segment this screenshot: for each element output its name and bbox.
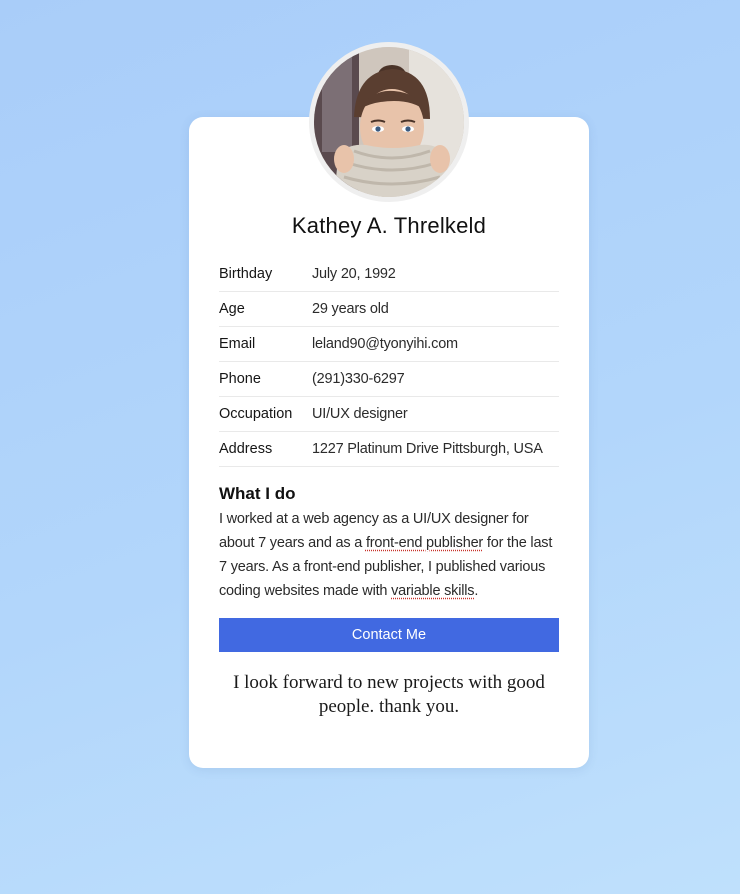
detail-value: (291)330-6297 bbox=[312, 371, 405, 387]
detail-value: 29 years old bbox=[312, 301, 389, 317]
detail-row-age: Age 29 years old bbox=[219, 292, 559, 327]
detail-row-phone: Phone (291)330-6297 bbox=[219, 362, 559, 397]
detail-label: Birthday bbox=[219, 266, 273, 282]
detail-value: July 20, 1992 bbox=[312, 266, 396, 282]
avatar bbox=[309, 42, 469, 202]
detail-row-occupation: Occupation UI/UX designer bbox=[219, 397, 559, 432]
detail-value: leland90@tyonyihi.com bbox=[312, 336, 458, 352]
detail-label: Phone bbox=[219, 371, 261, 387]
detail-label: Occupation bbox=[219, 406, 293, 422]
contact-me-button[interactable]: Contact Me bbox=[219, 618, 559, 652]
detail-value: UI/UX designer bbox=[312, 406, 408, 422]
detail-value: 1227 Platinum Drive Pittsburgh, USA bbox=[312, 441, 543, 457]
closing-message: I look forward to new projects with good… bbox=[233, 672, 545, 717]
detail-label: Email bbox=[219, 336, 256, 352]
about-highlight: front-end publisher bbox=[365, 535, 484, 551]
about-highlight: variable skills bbox=[391, 583, 475, 599]
about-title: What I do bbox=[219, 484, 296, 503]
detail-row-address: Address 1227 Platinum Drive Pittsburgh, … bbox=[219, 432, 559, 467]
detail-label: Address bbox=[219, 441, 273, 457]
profile-details: Birthday July 20, 1992 Age 29 years old … bbox=[219, 257, 559, 467]
about-text-part: . bbox=[474, 583, 479, 599]
detail-label: Age bbox=[219, 301, 245, 317]
about-text: I worked at a web agency as a UI/UX desi… bbox=[219, 507, 559, 603]
profile-name: Kathey A. Threlkeld bbox=[291, 213, 487, 238]
detail-row-birthday: Birthday July 20, 1992 bbox=[219, 257, 559, 292]
detail-row-email: Email leland90@tyonyihi.com bbox=[219, 327, 559, 362]
profile-card: Kathey A. Threlkeld Birthday July 20, 19… bbox=[189, 117, 589, 768]
avatar-photo bbox=[314, 47, 464, 197]
